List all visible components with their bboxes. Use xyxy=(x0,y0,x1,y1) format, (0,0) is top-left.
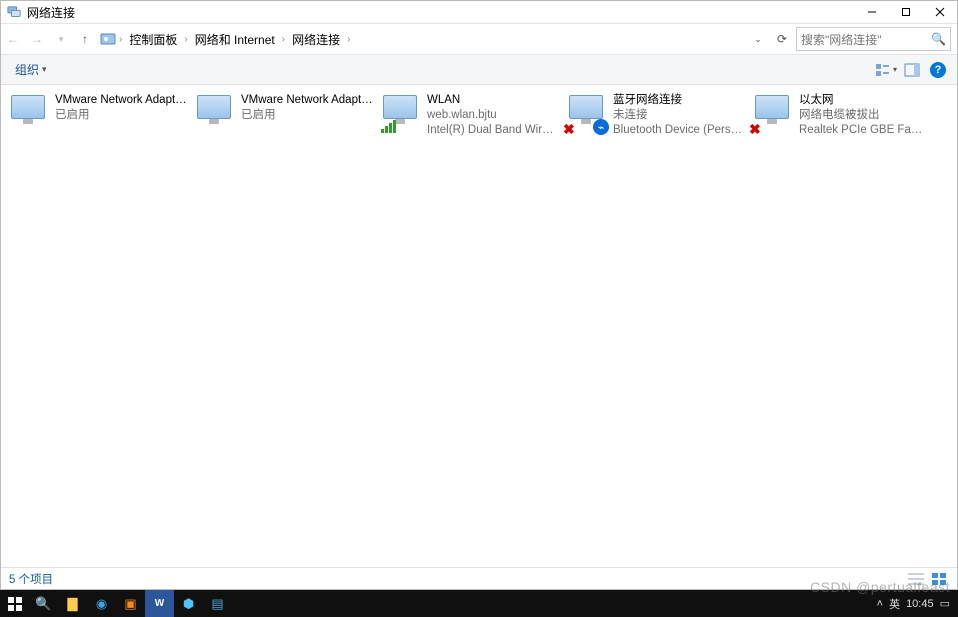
help-icon: ? xyxy=(930,62,946,78)
adapter-icon xyxy=(195,93,235,133)
refresh-button[interactable]: ⟳ xyxy=(770,32,794,46)
up-button[interactable]: ↑ xyxy=(73,27,97,51)
back-button[interactable]: ← xyxy=(1,27,25,51)
vmware-button[interactable]: ▣ xyxy=(116,590,145,617)
app2-button[interactable]: ▤ xyxy=(203,590,232,617)
chevron-right-icon: › xyxy=(116,34,125,45)
minimize-button[interactable] xyxy=(855,1,889,23)
adapter-status: 未连接 xyxy=(613,108,745,123)
window-title: 网络连接 xyxy=(27,4,75,21)
adapter-name: VMware Network Adapter VMnet8 xyxy=(241,93,373,108)
network-adapter-item[interactable]: WLANweb.wlan.bjtuIntel(R) Dual Band Wire… xyxy=(377,91,563,139)
adapter-status: web.wlan.bjtu xyxy=(427,108,559,123)
organize-button[interactable]: 组织 ▾ xyxy=(9,59,53,80)
word-button[interactable]: W xyxy=(145,590,174,617)
adapter-device: Realtek PCIe GBE Family Contr… xyxy=(799,123,931,138)
large-icons-button[interactable] xyxy=(931,572,949,586)
adapter-device: Intel(R) Dual Band Wireless-AC… xyxy=(427,123,559,138)
app-button[interactable]: ⬢ xyxy=(174,590,203,617)
search-button[interactable]: 🔍 xyxy=(29,590,58,617)
close-button[interactable] xyxy=(923,1,957,23)
adapter-icon: ✖⌁ xyxy=(567,93,607,133)
notifications-icon[interactable]: ▭ xyxy=(940,597,950,610)
tray-time: 10:45 xyxy=(906,598,934,610)
chevron-right-icon: › xyxy=(181,34,190,45)
adapter-device: Bluetooth Device (Personal Are… xyxy=(613,123,745,138)
search-input[interactable]: 搜索"网络连接" 🔍 xyxy=(796,27,951,51)
status-bar: 5 个项目 xyxy=(1,567,957,589)
content-area[interactable]: VMware Network Adapter VMnet1已启用VMware N… xyxy=(1,85,957,567)
address-dropdown[interactable]: ⌄ xyxy=(746,27,770,51)
command-bar: 组织 ▾ ▾ ? xyxy=(1,55,957,85)
taskbar: 🔍 ▇ ◉ ▣ W ⬢ ▤ ˄ 英 10:45 ▭ xyxy=(0,590,958,617)
breadcrumb-item[interactable]: 控制面板 xyxy=(125,29,181,50)
adapter-name: 以太网 xyxy=(799,93,931,108)
recent-button[interactable]: ▾ xyxy=(49,27,73,51)
breadcrumb-item[interactable]: 网络和 Internet xyxy=(191,29,279,50)
adapter-status: 已启用 xyxy=(241,108,373,123)
network-connections-icon xyxy=(7,5,21,19)
file-explorer-button[interactable]: ▇ xyxy=(58,590,87,617)
ime-icon[interactable]: 英 xyxy=(889,596,900,612)
item-count: 5 个项目 xyxy=(9,571,53,587)
help-button[interactable]: ? xyxy=(927,59,949,81)
titlebar: 网络连接 xyxy=(1,1,957,23)
maximize-button[interactable] xyxy=(889,1,923,23)
chevron-down-icon: ▾ xyxy=(42,64,47,75)
breadcrumb-item[interactable]: 网络连接 xyxy=(288,29,344,50)
forward-button[interactable]: → xyxy=(25,27,49,51)
address-bar: ← → ▾ ↑ › 控制面板 › 网络和 Internet › 网络连接 › ⌄… xyxy=(1,23,957,55)
details-view-button[interactable] xyxy=(907,572,925,586)
adapter-status: 已启用 xyxy=(55,108,187,123)
network-adapter-item[interactable]: ✖ 以太网网络电缆被拔出Realtek PCIe GBE Family Contr… xyxy=(749,91,935,139)
system-tray[interactable]: ˄ 英 10:45 ▭ xyxy=(877,596,958,612)
adapter-icon xyxy=(381,93,421,133)
adapter-status: 网络电缆被拔出 xyxy=(799,108,931,123)
adapter-name: VMware Network Adapter VMnet1 xyxy=(55,93,187,108)
adapter-icon: ✖ xyxy=(753,93,793,133)
adapter-name: 蓝牙网络连接 xyxy=(613,93,745,108)
organize-label: 组织 xyxy=(15,61,39,78)
network-adapter-item[interactable]: VMware Network Adapter VMnet8已启用 xyxy=(191,91,377,139)
view-options-button[interactable]: ▾ xyxy=(875,59,897,81)
preview-pane-button[interactable] xyxy=(901,59,923,81)
start-button[interactable] xyxy=(0,590,29,617)
search-placeholder: 搜索"网络连接" xyxy=(801,31,882,48)
network-adapter-item[interactable]: ✖⌁ 蓝牙网络连接未连接Bluetooth Device (Personal Ar… xyxy=(563,91,749,139)
chevron-right-icon: › xyxy=(344,34,353,45)
edge-button[interactable]: ◉ xyxy=(87,590,116,617)
adapter-icon xyxy=(9,93,49,133)
chevron-right-icon: › xyxy=(279,34,288,45)
tray-caret-icon[interactable]: ˄ xyxy=(877,598,883,610)
control-panel-icon xyxy=(100,31,116,47)
network-adapter-item[interactable]: VMware Network Adapter VMnet1已启用 xyxy=(5,91,191,139)
adapter-name: WLAN xyxy=(427,93,559,108)
search-icon: 🔍 xyxy=(931,32,946,46)
breadcrumb[interactable]: › 控制面板 › 网络和 Internet › 网络连接 › xyxy=(97,27,746,51)
